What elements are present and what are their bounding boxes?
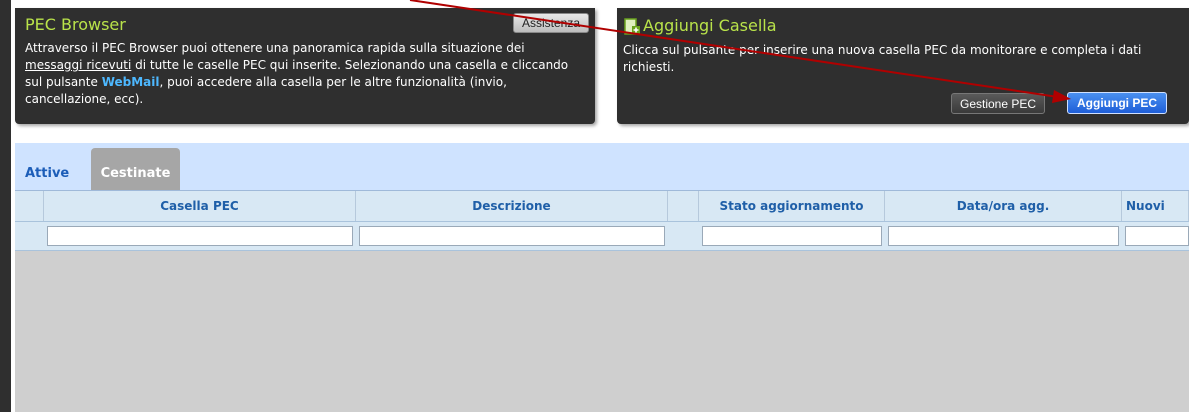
tab-cestinate[interactable]: Cestinate — [91, 148, 180, 190]
column-header-blank[interactable] — [668, 191, 699, 221]
column-header-stato-aggiornamento[interactable]: Stato aggiornamento — [699, 191, 885, 221]
column-header-casella-pec[interactable]: Casella PEC — [44, 191, 356, 221]
left-edge-panel — [0, 0, 11, 412]
aggiungi-casella-title: Aggiungi Casella — [623, 16, 1183, 36]
add-document-icon — [624, 17, 640, 35]
assistenza-button[interactable]: Assistenza — [512, 13, 589, 33]
filter-descrizione-input[interactable] — [359, 226, 665, 246]
grid-filter-row — [15, 222, 1189, 251]
aggiungi-casella-description: Clicca sul pulsante per inserire una nuo… — [623, 42, 1142, 74]
webmail-link[interactable]: WebMail — [102, 75, 160, 89]
filter-cell-select — [15, 222, 44, 251]
aggiungi-pec-button[interactable]: Aggiungi PEC — [1067, 92, 1167, 114]
filter-cell-descrizione — [356, 222, 668, 251]
pec-browser-panel: PEC Browser Assistenza Attraverso il PEC… — [15, 8, 595, 124]
column-header-descrizione[interactable]: Descrizione — [356, 191, 668, 221]
pec-browser-title: PEC Browser — [25, 15, 126, 34]
grid-body — [15, 251, 1189, 412]
messaggi-ricevuti-link[interactable]: messaggi ricevuti — [25, 58, 131, 72]
tabs-bar: Attive Cestinate — [15, 143, 1189, 191]
aggiungi-casella-panel: Aggiungi Casella Clicca sul pulsante per… — [617, 8, 1189, 124]
tab-attive[interactable]: Attive — [15, 148, 80, 190]
filter-nuovi-input[interactable] — [1125, 226, 1189, 246]
column-header-nuovi[interactable]: Nuovi — [1122, 191, 1189, 221]
pec-browser-description: Attraverso il PEC Browser puoi ottenere … — [25, 41, 569, 106]
column-header-data-ora-agg[interactable]: Data/ora agg. — [885, 191, 1122, 221]
filter-data-input[interactable] — [888, 226, 1119, 246]
filter-casella-pec-input[interactable] — [47, 226, 353, 246]
grid-header: Casella PEC Descrizione Stato aggiorname… — [15, 191, 1189, 222]
filter-stato-input[interactable] — [702, 226, 882, 246]
gestione-pec-button[interactable]: Gestione PEC — [951, 93, 1046, 114]
column-header-select[interactable] — [15, 191, 44, 221]
filter-cell-data — [885, 222, 1122, 251]
filter-cell-nuovi — [1122, 222, 1189, 251]
filter-cell-blank — [668, 222, 699, 251]
filter-cell-casella — [44, 222, 356, 251]
filter-cell-stato — [699, 222, 885, 251]
